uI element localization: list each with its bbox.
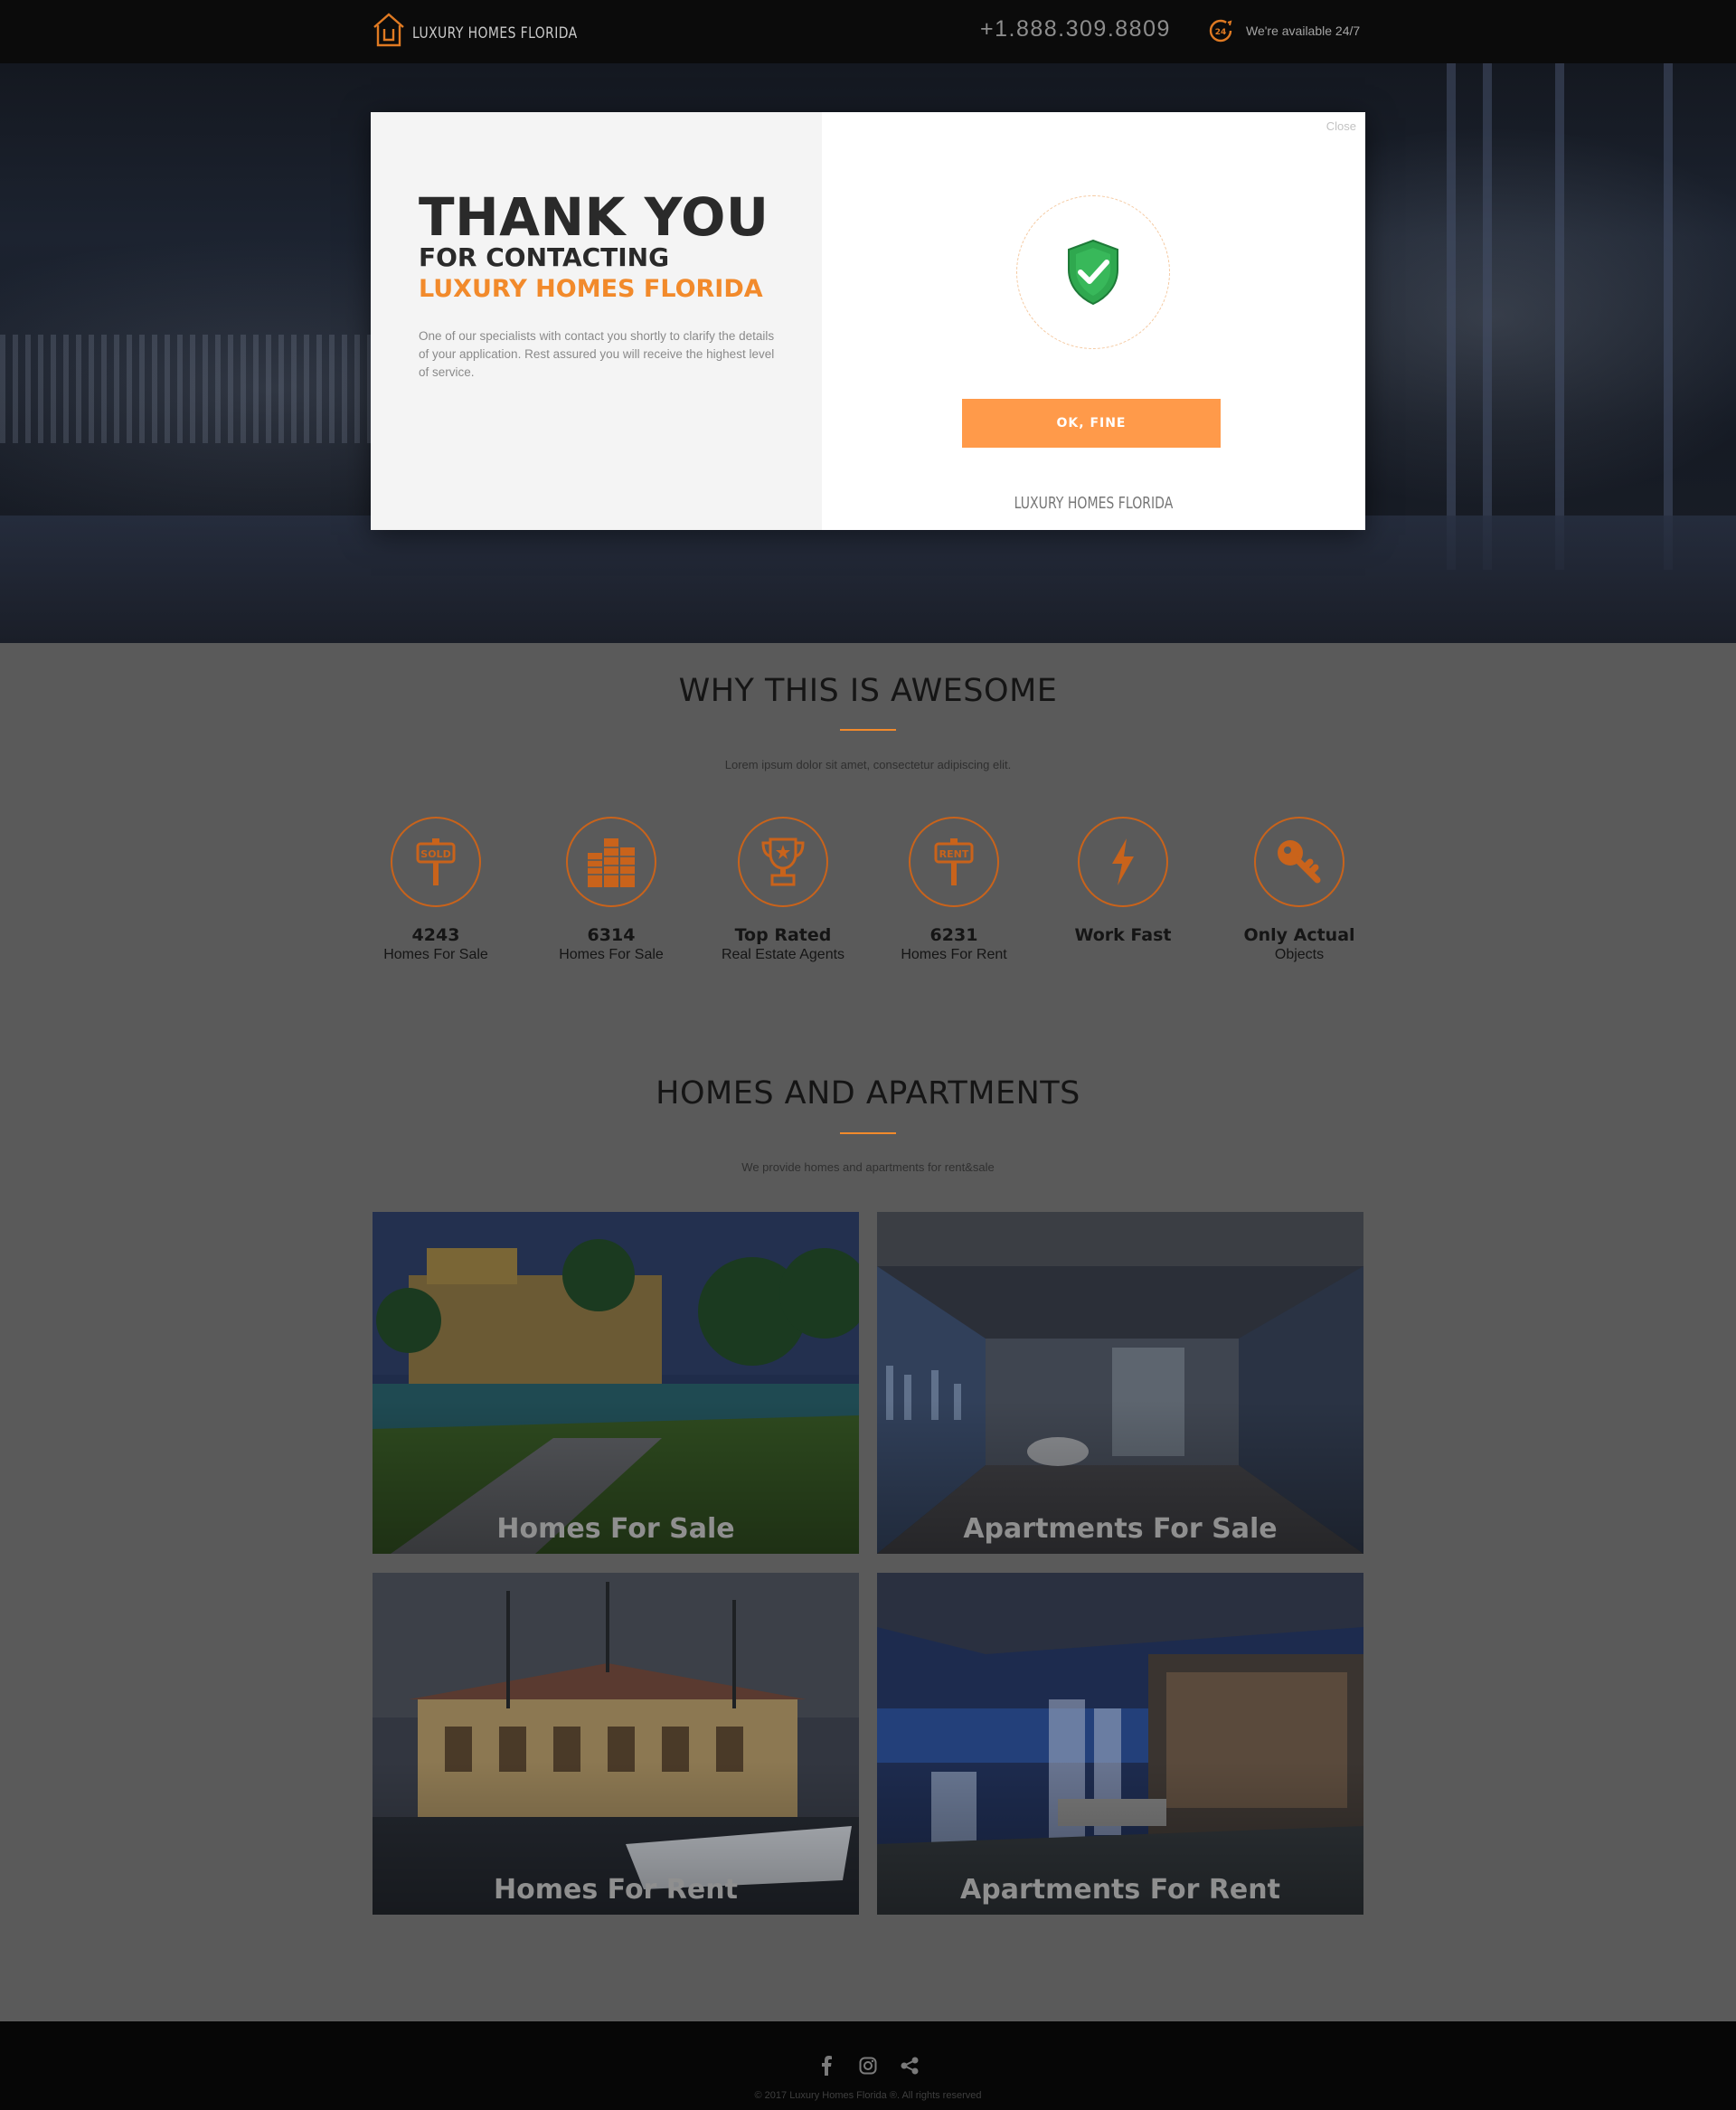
lightning-icon: [1112, 838, 1134, 885]
feature-icon-circle: RENT: [909, 817, 999, 907]
tile-shade: [373, 1212, 859, 1554]
feature-value: 6314: [587, 925, 636, 945]
homes-title: HOMES AND APARTMENTS: [656, 1075, 1080, 1112]
tile-apartments-for-rent[interactable]: Apartments For Rent: [877, 1573, 1363, 1915]
tile-shade: [877, 1212, 1363, 1554]
close-button[interactable]: Close: [1326, 119, 1356, 133]
feature-value: 4243: [411, 925, 460, 945]
ok-fine-button[interactable]: OK, FINE: [962, 399, 1221, 448]
hero-floor: [0, 516, 1736, 643]
why-title: WHY THIS IS AWESOME: [678, 673, 1058, 709]
rent-sign-icon: RENT: [934, 838, 974, 885]
modal-left-panel: THANK YOU FOR CONTACTING LUXURY HOMES FL…: [371, 112, 822, 530]
feature-icon-circle: [738, 817, 828, 907]
key-icon: [1278, 840, 1321, 884]
feature-label: Homes For Sale: [559, 947, 664, 962]
brand-name: LUXURY HOMES FLORIDA: [412, 24, 578, 43]
success-badge: [1016, 195, 1170, 349]
modal-right-panel: Close OK, FINE LUXURY HOMES FLORIDA: [822, 112, 1365, 530]
feature-icon-circle: SOLD: [391, 817, 481, 907]
tile-label: Apartments For Rent: [960, 1874, 1280, 1906]
modal-footer-brand: LUXURY HOMES FLORIDA: [1014, 494, 1174, 513]
feature-label: Homes For Rent: [901, 947, 1007, 962]
feature-icon-circle: [566, 817, 656, 907]
homes-subtitle: We provide homes and apartments for rent…: [741, 1160, 995, 1174]
feature-work-fast: Work Fast: [1033, 817, 1213, 947]
feature-homes-for-sale-2: 6314 Homes For Sale: [521, 817, 702, 963]
tile-apartments-for-sale[interactable]: Apartments For Sale: [877, 1212, 1363, 1554]
why-divider: [840, 729, 896, 731]
facebook-icon[interactable]: [816, 2056, 836, 2076]
24-hour-clock-icon: 24: [1209, 19, 1232, 43]
tile-homes-for-sale[interactable]: Homes For Sale: [373, 1212, 859, 1554]
site-logo[interactable]: LUXURY HOMES FLORIDA: [371, 11, 614, 49]
modal-message: One of our specialists with contact you …: [419, 329, 775, 379]
tile-homes-for-rent[interactable]: Homes For Rent: [373, 1573, 859, 1915]
hero-skyline: [0, 335, 380, 443]
feature-top-rated: Top Rated Real Estate Agents: [693, 817, 873, 963]
tile-label: Homes For Rent: [494, 1874, 738, 1906]
feature-homes-for-rent: RENT 6231 Homes For Rent: [863, 817, 1044, 963]
availability: 24 We're available 24/7: [1208, 18, 1360, 43]
feature-value: Top Rated: [734, 925, 832, 945]
share-icon[interactable]: [900, 2056, 920, 2076]
top-bar: LUXURY HOMES FLORIDA +1.888.309.8809 24 …: [0, 0, 1736, 63]
footer: © 2017 Luxury Homes Florida ®. All right…: [0, 2021, 1736, 2110]
feature-homes-for-sale: SOLD 4243 Homes For Sale: [345, 817, 526, 963]
hero-window-frame: [1447, 63, 1456, 570]
house-logo-icon: [373, 13, 404, 47]
phone-number[interactable]: +1.888.309.8809: [980, 16, 1171, 43]
tile-shade: [373, 1573, 859, 1915]
feature-only-actual: Only Actual Objects: [1209, 817, 1390, 963]
svg-text:24: 24: [1215, 28, 1227, 37]
hero-window-frame: [1483, 63, 1492, 570]
shield-check-icon: [1068, 239, 1118, 306]
modal-title: THANK YOU: [419, 186, 769, 248]
sold-sign-icon: SOLD: [416, 838, 456, 885]
homes-divider: [840, 1132, 896, 1134]
hero-window-frame: [1664, 63, 1673, 570]
modal-subtitle: FOR CONTACTING: [419, 242, 670, 272]
thank-you-modal: THANK YOU FOR CONTACTING LUXURY HOMES FL…: [371, 112, 1365, 530]
feature-label: Homes For Sale: [383, 947, 488, 962]
feature-value: Only Actual: [1243, 925, 1355, 945]
trophy-icon: [761, 837, 805, 886]
feature-label: Objects: [1274, 947, 1325, 962]
feature-icon-circle: [1078, 817, 1168, 907]
why-subtitle: Lorem ipsum dolor sit amet, consectetur …: [724, 758, 1012, 771]
feature-value: Work Fast: [1074, 925, 1172, 945]
hero-window-frame: [1555, 63, 1564, 570]
features-row: SOLD 4243 Homes For Sale 6314 Homes For …: [0, 817, 1736, 979]
availability-text: We're available 24/7: [1246, 24, 1361, 38]
svg-text:RENT: RENT: [939, 848, 969, 860]
feature-label: Real Estate Agents: [721, 947, 845, 962]
feature-value: 6231: [929, 925, 978, 945]
social-links: [0, 2056, 1736, 2076]
instagram-icon[interactable]: [858, 2056, 878, 2076]
svg-text:SOLD: SOLD: [420, 848, 450, 860]
tile-shade: [877, 1573, 1363, 1915]
copyright: © 2017 Luxury Homes Florida ®. All right…: [754, 2090, 982, 2101]
tile-label: Apartments For Sale: [963, 1513, 1278, 1545]
modal-brand: LUXURY HOMES FLORIDA: [419, 275, 763, 303]
tile-label: Homes For Sale: [496, 1513, 735, 1545]
feature-icon-circle: [1254, 817, 1344, 907]
buildings-icon: [588, 838, 635, 887]
